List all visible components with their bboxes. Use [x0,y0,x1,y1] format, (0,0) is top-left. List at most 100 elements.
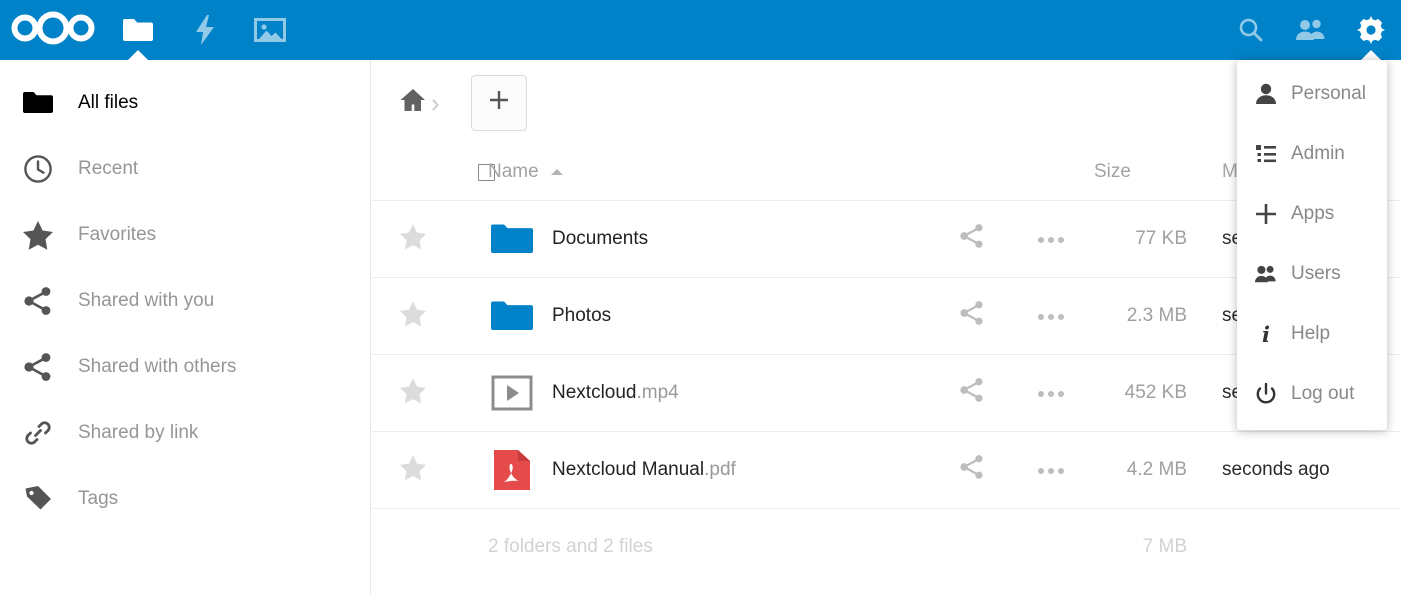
video-icon [488,375,536,411]
sidebar-item-recent[interactable]: Recent [0,136,370,202]
file-name-label: Nextcloud Manual.pdf [552,458,736,480]
row-favorite-cell [372,354,488,431]
pdf-icon [488,449,536,490]
sidebar-item-shared-with-you[interactable]: Shared with you [0,268,370,334]
breadcrumb-separator: › [431,87,440,118]
star-icon[interactable] [399,300,427,332]
plus-icon [1255,203,1277,225]
home-icon[interactable] [399,87,427,118]
lightning-icon [192,14,218,46]
menu-item-label: Apps [1291,203,1335,224]
star-icon[interactable] [399,377,427,409]
row-modified-cell: seconds ago [1222,458,1330,480]
menu-item-label: Users [1291,263,1341,284]
search-icon[interactable] [1221,0,1281,60]
row-actions-cell [1008,431,1094,508]
sort-ascending-icon [550,169,563,176]
summary-text: 2 folders and 2 files [488,535,653,557]
nextcloud-logo-link[interactable] [5,8,100,52]
header-right-icons [1221,0,1401,61]
power-icon [1255,383,1277,405]
share-column-header [936,145,1008,200]
sidebar-item-label: Shared with you [78,290,215,311]
menu-item-admin[interactable]: Admin [1237,124,1387,184]
table-row[interactable]: Nextcloud Manual.pdf 4.2 MB seconds ago [372,431,1401,508]
share-icon[interactable] [959,223,985,254]
row-share-cell [936,354,1008,431]
person-icon [1255,83,1277,105]
row-share-cell [936,200,1008,277]
star-icon[interactable] [399,223,427,255]
gear-icon[interactable] [1341,0,1401,61]
share-icon[interactable] [959,454,985,485]
clock-icon [16,154,60,184]
folder-icon [16,89,60,117]
sidebar-item-label: Recent [78,158,139,179]
nextcloud-logo [9,10,97,51]
sidebar-item-all-files[interactable]: All files [0,70,370,136]
more-actions-icon[interactable] [1038,313,1064,320]
row-actions-cell [1008,200,1094,277]
row-actions-cell [1008,354,1094,431]
share-icon[interactable] [959,377,985,408]
svg-text:i: i [1262,323,1270,345]
summary-total-size: 7 MB [1142,535,1187,557]
folder-icon [488,221,536,257]
share-icon [16,352,60,382]
row-name-cell[interactable]: Photos [488,277,936,354]
tag-icon [16,484,60,514]
row-name-cell[interactable]: Nextcloud Manual.pdf [488,431,936,508]
share-icon[interactable] [959,300,985,331]
share-icon [16,286,60,316]
header-app-activity[interactable] [168,0,242,60]
size-column-header[interactable]: Size [1094,145,1206,200]
more-actions-icon[interactable] [1038,467,1064,474]
row-size-cell: 4.2 MB [1126,458,1187,480]
header-app-gallery[interactable] [233,0,307,60]
menu-item-apps[interactable]: Apps [1237,184,1387,244]
sidebar-item-tags[interactable]: Tags [0,466,370,532]
header-app-files[interactable] [101,0,175,61]
breadcrumb: › [399,87,442,118]
file-name-label: Documents [552,227,649,249]
row-size-cell: 77 KB [1135,227,1187,249]
image-icon [253,15,287,45]
sidebar-item-shared-with-others[interactable]: Shared with others [0,334,370,400]
menu-item-personal[interactable]: Personal [1237,64,1387,124]
sidebar-item-label: All files [78,92,139,113]
actions-column-header [1008,145,1094,200]
row-share-cell [936,431,1008,508]
menu-item-label: Help [1291,323,1331,344]
info-icon: i [1255,323,1277,345]
menu-item-label: Admin [1291,143,1345,164]
select-all-header [372,145,495,200]
row-share-cell [936,277,1008,354]
more-actions-icon[interactable] [1038,390,1064,397]
menu-item-users[interactable]: Users [1237,244,1387,304]
sidebar-item-label: Shared with others [78,356,237,377]
star-icon[interactable] [399,454,427,486]
menu-item-label: Log out [1291,383,1355,404]
name-column-header[interactable]: Name [488,145,936,200]
folder-icon [121,15,155,45]
settings-dropdown-menu: Personal Admin Apps Users i Help Log out [1237,60,1387,430]
sidebar-item-label: Favorites [78,224,157,245]
menu-item-log-out[interactable]: Log out [1237,364,1387,424]
row-size-cell: 2.3 MB [1126,304,1187,326]
new-file-button[interactable] [470,74,527,131]
file-name-label: Nextcloud.mp4 [552,381,679,403]
row-size-cell: 452 KB [1124,381,1187,403]
sidebar-item-label: Tags [78,488,119,509]
row-favorite-cell [372,200,488,277]
row-name-cell[interactable]: Documents [488,200,936,277]
menu-item-help[interactable]: i Help [1237,304,1387,364]
row-name-cell[interactable]: Nextcloud.mp4 [488,354,936,431]
more-actions-icon[interactable] [1038,236,1064,243]
file-name-label: Photos [552,304,612,326]
contacts-icon[interactable] [1281,0,1341,60]
sidebar-item-favorites[interactable]: Favorites [0,202,370,268]
sidebar-item-shared-by-link[interactable]: Shared by link [0,400,370,466]
row-actions-cell [1008,277,1094,354]
menu-item-label: Personal [1291,83,1366,104]
app-header [0,0,1401,61]
